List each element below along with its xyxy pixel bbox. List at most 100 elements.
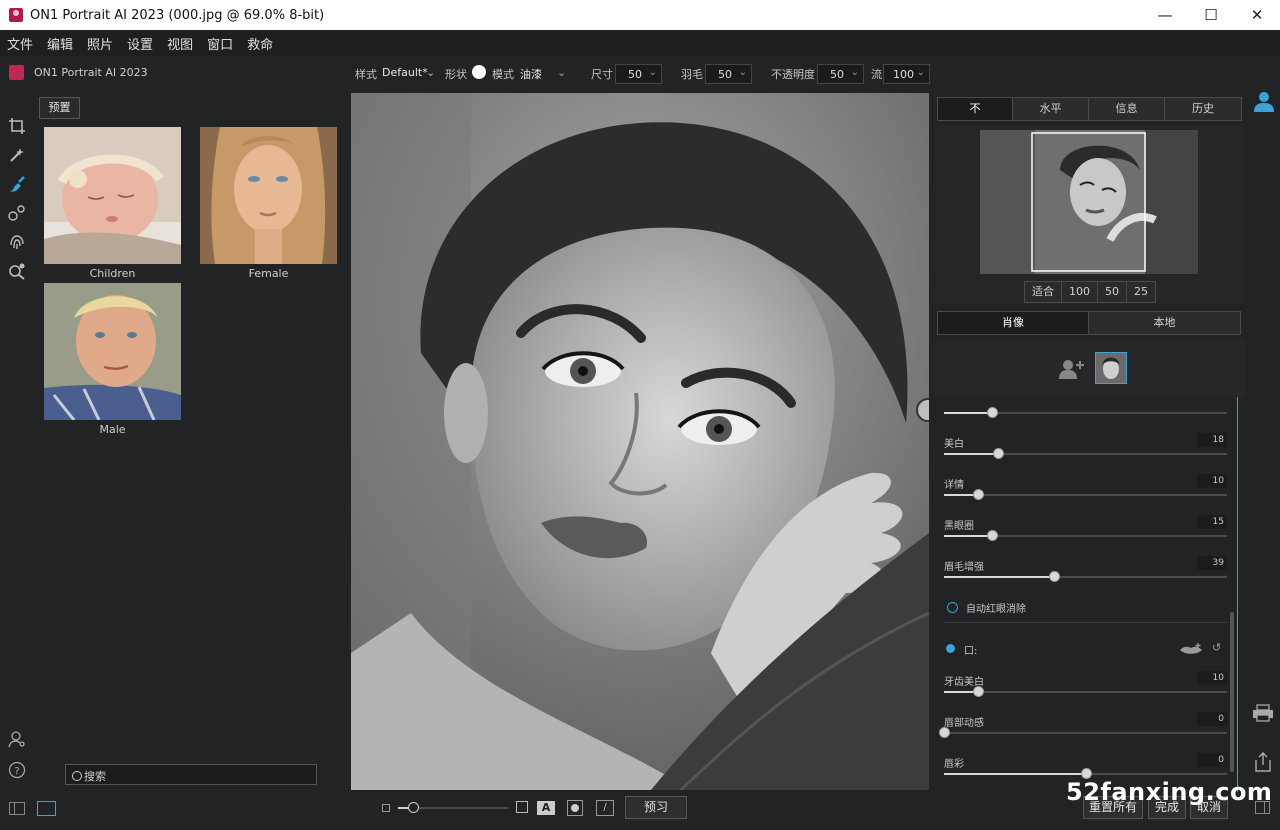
style-chevron-icon[interactable]: ⌄ xyxy=(426,66,435,79)
zoom-tool-icon[interactable] xyxy=(7,262,27,282)
compare-view-icon[interactable]: ∕ xyxy=(596,800,614,816)
slider-value-input[interactable]: 18 xyxy=(1197,433,1227,447)
window-title: ON1 Portrait AI 2023 (000.jpg @ 69.0% 8-… xyxy=(30,7,325,23)
slider-value-input[interactable]: 0 xyxy=(1197,753,1227,767)
photo-canvas[interactable] xyxy=(351,93,929,790)
brush-shape-icon[interactable] xyxy=(472,65,486,79)
panel-right-toggle-icon[interactable] xyxy=(1255,801,1270,814)
mode-chevron-icon[interactable]: ⌄ xyxy=(557,66,566,79)
face-selector xyxy=(935,339,1245,397)
tab-history[interactable]: 历史 xyxy=(1165,98,1241,120)
slider-knob[interactable] xyxy=(987,530,999,541)
preview-button[interactable]: 预习 xyxy=(625,796,687,819)
tab-portrait[interactable]: 肖像 xyxy=(938,312,1089,334)
zoom-100[interactable]: 100 xyxy=(1062,282,1098,302)
menu-view[interactable]: 视图 xyxy=(167,34,193,53)
bottom-bar: A ∕ 预习 重置所有 完成 取消 52fanxing.com xyxy=(0,778,1280,830)
reset-mouth-icon[interactable]: ↺ xyxy=(1212,641,1221,654)
zoom-out-icon[interactable] xyxy=(382,804,390,812)
menu-edit[interactable]: 编辑 xyxy=(47,34,73,53)
search-icon xyxy=(72,771,82,781)
zoom-50[interactable]: 50 xyxy=(1098,282,1127,302)
menu-window[interactable]: 窗口 xyxy=(207,34,233,53)
help-icon[interactable]: ? xyxy=(7,761,27,781)
crop-icon[interactable] xyxy=(7,117,27,137)
zoom-fit[interactable]: 适合 xyxy=(1025,282,1062,302)
maximize-button[interactable]: ☐ xyxy=(1188,0,1234,30)
fingerprint-icon[interactable] xyxy=(7,233,27,253)
redeye-radio[interactable] xyxy=(947,602,958,613)
portrait-user-icon[interactable] xyxy=(1253,91,1275,116)
tab-local[interactable]: 本地 xyxy=(1089,312,1240,334)
slider-track[interactable] xyxy=(944,494,1227,496)
flow-label: 流 xyxy=(871,68,882,81)
slider-knob[interactable] xyxy=(972,489,984,500)
share-icon[interactable] xyxy=(1253,751,1273,776)
slider-row xyxy=(944,397,1227,434)
tab-levels[interactable]: 水平 xyxy=(1013,98,1089,120)
slider-knob[interactable] xyxy=(992,448,1004,459)
slider-track[interactable] xyxy=(944,691,1227,693)
portrait-photo xyxy=(351,93,929,790)
mask-view-icon[interactable] xyxy=(567,800,583,816)
mouth-section-header[interactable]: 口: ↺ xyxy=(944,641,1227,659)
size-value: 50 xyxy=(628,68,642,81)
browser-toggle-icon[interactable] xyxy=(37,801,56,816)
preset-thumb-children[interactable] xyxy=(44,127,181,264)
preset-label-female: Female xyxy=(248,267,289,280)
mode-select[interactable]: 油漆 xyxy=(520,66,542,82)
size-input[interactable]: 50 ⌄ xyxy=(615,64,662,84)
slider-value-input[interactable]: 15 xyxy=(1197,515,1227,529)
navigator-preview[interactable] xyxy=(980,130,1198,274)
search-input[interactable]: 搜索 xyxy=(65,764,317,785)
slider-value-input[interactable]: 0 xyxy=(1197,712,1227,726)
slider-row: 美白 18 xyxy=(944,433,1227,475)
close-button[interactable]: ✕ xyxy=(1234,0,1280,30)
slider-knob[interactable] xyxy=(972,686,984,697)
panel-toggle-icon[interactable] xyxy=(9,802,25,815)
zoom-slider[interactable] xyxy=(398,802,508,813)
user-account-icon[interactable] xyxy=(7,730,27,750)
feather-input[interactable]: 50 ⌄ xyxy=(705,64,752,84)
preset-thumb-male[interactable] xyxy=(44,283,181,420)
flow-chevron-icon: ⌄ xyxy=(916,67,925,78)
adjustment-brush-icon[interactable] xyxy=(7,175,27,195)
slider-value-input[interactable]: 10 xyxy=(1197,671,1227,685)
slider-row: 唇部动感 0 xyxy=(939,712,1227,754)
preset-thumb-female[interactable] xyxy=(200,127,337,264)
app-logo xyxy=(9,65,24,80)
flow-input[interactable]: 100 ⌄ xyxy=(883,64,930,84)
opacity-input[interactable]: 50 ⌄ xyxy=(817,64,864,84)
add-face-icon[interactable] xyxy=(1059,359,1085,382)
lips-icon[interactable] xyxy=(1179,642,1203,659)
tab-info[interactable]: 信息 xyxy=(1089,98,1165,120)
zoom-slider-knob[interactable] xyxy=(408,802,419,813)
mouth-enabled-dot[interactable] xyxy=(946,644,955,653)
masking-icon[interactable] xyxy=(7,204,27,224)
zoom-in-icon[interactable] xyxy=(516,801,528,813)
slider-value-input[interactable]: 10 xyxy=(1197,474,1227,488)
retouch-brush-icon[interactable] xyxy=(7,146,27,166)
slider-label: 唇彩 xyxy=(944,759,964,770)
panel-scrollbar[interactable] xyxy=(1230,612,1234,772)
slider-knob[interactable] xyxy=(987,407,999,418)
menu-file[interactable]: 文件 xyxy=(7,34,33,53)
face-thumbnail[interactable] xyxy=(1095,352,1127,384)
tab-none[interactable]: 不 xyxy=(938,98,1013,120)
minimize-button[interactable]: — xyxy=(1142,0,1188,30)
mode-tabs: 肖像 本地 xyxy=(937,311,1241,335)
style-select[interactable]: Default* xyxy=(382,66,428,79)
slider-knob[interactable] xyxy=(1049,571,1061,582)
text-overlay-icon[interactable]: A xyxy=(537,801,555,815)
slider-knob[interactable] xyxy=(939,727,950,738)
redeye-row[interactable]: 自动红眼消除 xyxy=(947,600,1026,615)
menu-settings[interactable]: 设置 xyxy=(127,34,153,53)
print-icon[interactable] xyxy=(1252,704,1274,725)
presets-button[interactable]: 预置 xyxy=(39,97,80,119)
zoom-25[interactable]: 25 xyxy=(1127,282,1155,302)
menu-help[interactable]: 救命 xyxy=(247,34,273,53)
slider-value-input[interactable]: 39 xyxy=(1197,556,1227,570)
slider-track[interactable] xyxy=(944,732,1227,734)
adjustment-sliders: 美白 18 详情 10 黑眼圈 15 眉毛增强 39 自动红眼消除 口: ↺ 牙齿美白 10 唇部… xyxy=(934,397,1238,792)
menu-photo[interactable]: 照片 xyxy=(87,34,113,53)
